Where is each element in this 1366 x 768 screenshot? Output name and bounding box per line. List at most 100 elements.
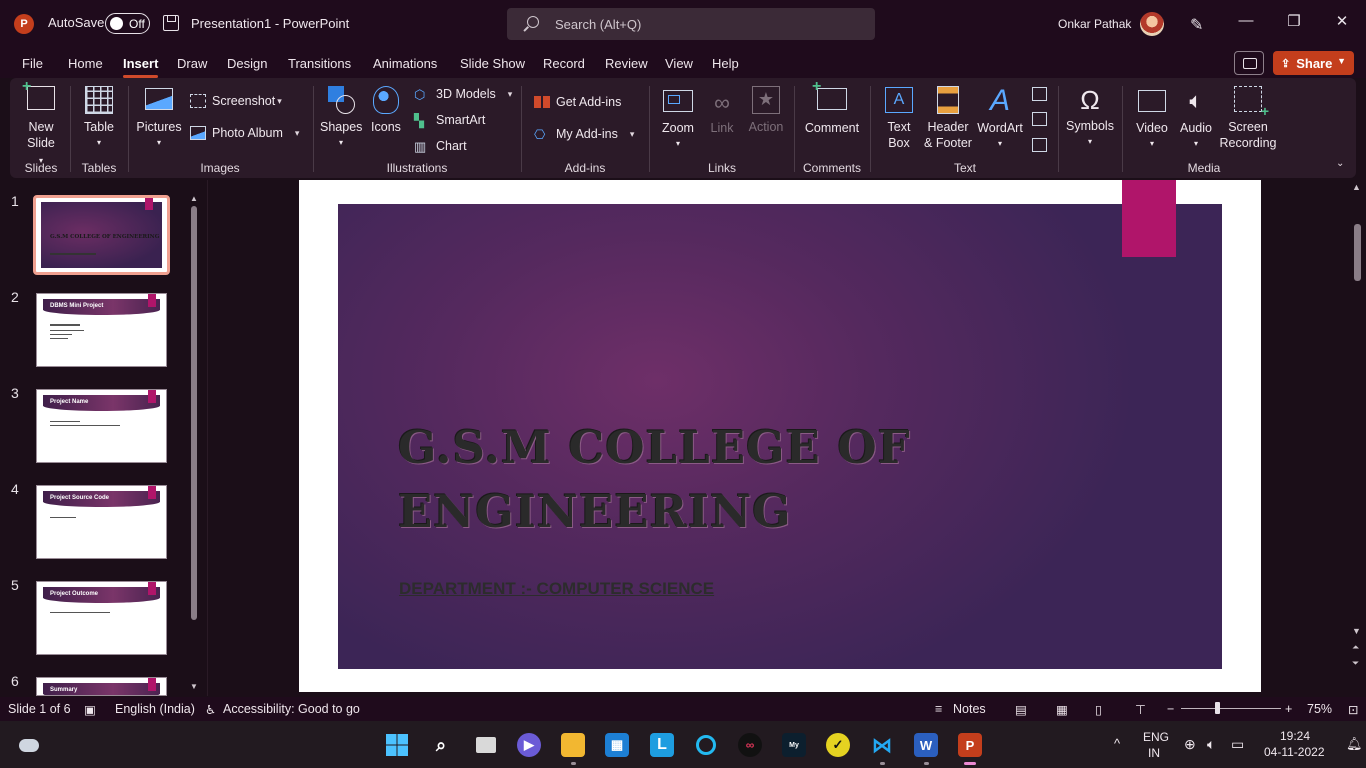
text-box-button[interactable]: A Text Box bbox=[880, 86, 918, 151]
slideshow-icon[interactable]: ⊤ bbox=[1135, 702, 1146, 717]
comment-button[interactable]: + Comment bbox=[802, 79, 862, 136]
next-slide-icon[interactable]: ⏷ bbox=[1352, 658, 1359, 669]
notes-icon[interactable]: ≡ bbox=[935, 702, 942, 716]
3d-models-button[interactable]: ⬡ 3D Models ▾ bbox=[414, 87, 512, 102]
my-addins-button[interactable]: ⎔ My Add-ins ▾ bbox=[534, 127, 634, 142]
minimize-button[interactable]: — bbox=[1236, 12, 1256, 29]
get-addins-button[interactable]: Get Add-ins bbox=[534, 95, 621, 109]
volume-icon[interactable]: 🔈︎ bbox=[1207, 736, 1215, 753]
scrollbar-thumb[interactable] bbox=[191, 206, 197, 620]
fit-slide-icon[interactable]: ⊡ bbox=[1348, 702, 1358, 717]
video-button[interactable]: Video ▾ bbox=[1132, 86, 1172, 152]
mysql-icon[interactable]: My bbox=[782, 733, 806, 757]
tab-draw[interactable]: Draw bbox=[177, 56, 207, 71]
smartart-button[interactable]: ▚ SmartArt bbox=[414, 113, 485, 128]
thumbnail-scrollbar[interactable]: ▲ ▼ bbox=[190, 194, 198, 692]
new-slide-button[interactable]: + New Slide ▾ bbox=[22, 79, 58, 169]
avatar[interactable] bbox=[1140, 12, 1164, 36]
user-name[interactable]: Onkar Pathak bbox=[1058, 17, 1131, 31]
header-footer-button[interactable]: Header & Footer bbox=[922, 86, 974, 151]
pictures-button[interactable]: Pictures ▾ bbox=[136, 86, 182, 151]
network-icon[interactable]: ⊕ bbox=[1184, 736, 1196, 753]
clock-date[interactable]: 04-11-2022 bbox=[1264, 745, 1325, 759]
l-app-icon[interactable]: L bbox=[650, 733, 674, 757]
slide-thumbnail-3[interactable]: Project Name bbox=[36, 389, 167, 463]
zoom-in-icon[interactable]: + bbox=[1285, 702, 1292, 716]
action-button[interactable]: ★ Action bbox=[746, 86, 786, 135]
todo-check-icon[interactable]: ✓ bbox=[826, 733, 850, 757]
tab-insert[interactable]: Insert bbox=[123, 56, 159, 78]
chevron-up-icon[interactable]: ^ bbox=[1114, 736, 1120, 751]
zoom-slider-thumb[interactable] bbox=[1215, 702, 1220, 714]
shapes-button[interactable]: Shapes ▾ bbox=[320, 86, 362, 151]
battery-icon[interactable]: ▭ bbox=[1231, 736, 1244, 753]
save-icon[interactable] bbox=[163, 15, 179, 31]
slide-title[interactable]: G.S.M COLLEGE OF ENGINEERING bbox=[398, 416, 918, 544]
language-indicator[interactable]: ENG bbox=[1143, 730, 1169, 744]
file-explorer-icon[interactable] bbox=[561, 733, 585, 757]
creative-cloud-icon[interactable]: ∞ bbox=[738, 733, 762, 757]
accessibility-icon[interactable]: ♿︎ bbox=[205, 702, 216, 717]
slide-number-icon[interactable] bbox=[1032, 112, 1047, 126]
zoom-out-icon[interactable]: − bbox=[1167, 702, 1174, 716]
clock-time[interactable]: 19:24 bbox=[1280, 729, 1310, 743]
task-view-icon[interactable] bbox=[474, 733, 498, 757]
tab-animations[interactable]: Animations bbox=[373, 56, 437, 71]
share-button[interactable]: ⇪ Share ▼ bbox=[1273, 51, 1354, 75]
tab-review[interactable]: Review bbox=[605, 56, 648, 71]
spellcheck-icon[interactable]: ▣ bbox=[84, 702, 96, 717]
scroll-down-icon[interactable]: ▼ bbox=[190, 682, 198, 691]
slide-accent-tag[interactable] bbox=[1122, 180, 1176, 257]
tab-view[interactable]: View bbox=[665, 56, 693, 71]
wordart-button[interactable]: A WordArt ▾ bbox=[976, 86, 1024, 152]
symbols-button[interactable]: Ω Symbols ▾ bbox=[1064, 84, 1116, 150]
tab-home[interactable]: Home bbox=[68, 56, 103, 71]
slide-thumbnail-1[interactable]: G.S.M COLLEGE OF ENGINEERING bbox=[33, 195, 170, 275]
tab-design[interactable]: Design bbox=[227, 56, 267, 71]
restore-button[interactable]: ❐ bbox=[1284, 12, 1304, 30]
scrollbar-thumb[interactable] bbox=[1354, 224, 1361, 281]
notes-button[interactable]: Notes bbox=[953, 702, 986, 716]
scroll-up-icon[interactable]: ▲ bbox=[190, 194, 198, 203]
accessibility-status[interactable]: Accessibility: Good to go bbox=[223, 702, 360, 716]
slide-subtitle[interactable]: DEPARTMENT :- COMPUTER SCIENCE bbox=[399, 579, 714, 599]
teams-chat-icon[interactable]: ▶ bbox=[517, 733, 541, 757]
windows-start-icon[interactable] bbox=[385, 733, 409, 757]
tab-file[interactable]: File bbox=[22, 56, 43, 71]
slide-thumbnail-6[interactable]: Summary bbox=[36, 677, 167, 696]
weather-icon[interactable] bbox=[17, 733, 41, 757]
word-icon[interactable]: W bbox=[914, 733, 938, 757]
tab-help[interactable]: Help bbox=[712, 56, 739, 71]
tab-record[interactable]: Record bbox=[543, 56, 585, 71]
previous-slide-icon[interactable]: ⏶ bbox=[1352, 642, 1359, 653]
comments-button[interactable] bbox=[1234, 51, 1264, 75]
slide-count[interactable]: Slide 1 of 6 bbox=[8, 702, 71, 716]
chart-button[interactable]: ▥ Chart bbox=[414, 139, 467, 154]
slide-sorter-icon[interactable]: ▦ bbox=[1056, 702, 1068, 717]
slide-scrollbar[interactable]: ▲ ▼ ⏶ ⏷ bbox=[1348, 180, 1366, 696]
zoom-slider[interactable] bbox=[1181, 708, 1281, 709]
close-button[interactable]: ✕ bbox=[1332, 12, 1352, 30]
pen-icon[interactable]: ✎ bbox=[1190, 15, 1203, 35]
screen-recording-button[interactable]: + Screen Recording bbox=[1218, 86, 1278, 151]
language-status[interactable]: English (India) bbox=[115, 702, 195, 716]
tab-slide-show[interactable]: Slide Show bbox=[460, 56, 525, 71]
icons-button[interactable]: Icons bbox=[368, 86, 404, 135]
zoom-level[interactable]: 75% bbox=[1307, 702, 1332, 716]
microsoft-store-icon[interactable]: ▦ bbox=[605, 733, 629, 757]
date-time-icon[interactable] bbox=[1032, 87, 1047, 101]
collapse-ribbon-icon[interactable]: ⌄ bbox=[1336, 158, 1344, 169]
table-button[interactable]: Table ▾ bbox=[80, 86, 118, 151]
powerpoint-icon[interactable]: P bbox=[958, 733, 982, 757]
tab-transitions[interactable]: Transitions bbox=[288, 56, 351, 71]
reading-view-icon[interactable]: ▯ bbox=[1095, 702, 1102, 717]
screenshot-button[interactable]: Screenshot ▾ bbox=[190, 94, 282, 108]
photo-album-button[interactable]: Photo Album ▾ bbox=[190, 126, 299, 140]
object-icon[interactable] bbox=[1032, 138, 1047, 152]
region-indicator[interactable]: IN bbox=[1148, 746, 1160, 760]
cortana-icon[interactable] bbox=[694, 733, 718, 757]
slide-thumbnail-2[interactable]: DBMS Mini Project bbox=[36, 293, 167, 367]
audio-button[interactable]: 🔈︎ Audio ▾ bbox=[1176, 86, 1216, 152]
scroll-down-icon[interactable]: ▼ bbox=[1352, 626, 1361, 636]
notifications-icon[interactable]: 🔔︎ bbox=[1346, 736, 1363, 752]
